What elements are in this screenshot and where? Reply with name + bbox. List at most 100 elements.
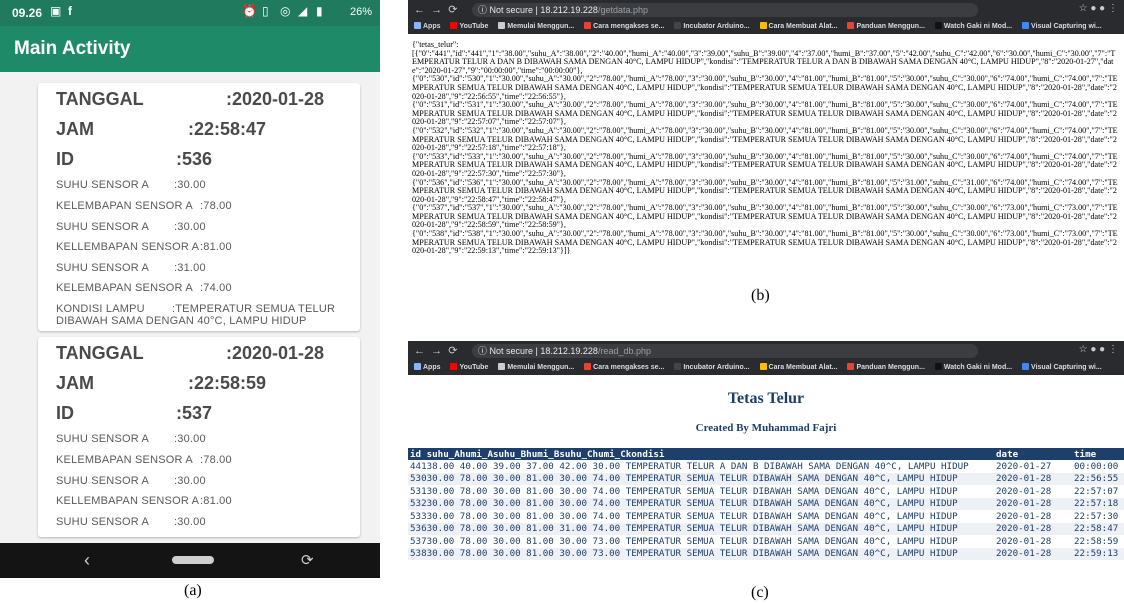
bookmark-item[interactable]: Visual Capturing wi... <box>1022 363 1102 371</box>
sensor-value: :81.00 <box>200 495 232 507</box>
tanggal-label: TANGGAL <box>56 89 144 109</box>
browser-menu-icons[interactable]: ☆ ● ● ⋮ <box>1079 344 1118 355</box>
battery-percent: 26% <box>349 6 372 18</box>
sensor-value: :30.00 <box>174 221 206 233</box>
status-time: 09.26 <box>12 6 43 20</box>
address-bar[interactable]: ⓘ Not secure | 18.212.19.228/getdata.php <box>472 3 978 17</box>
status-bar: 09.26 ▣ f ⏰ ▯ ◎ ◢ ▮ 26% <box>0 0 380 26</box>
bookmark-item[interactable]: Cara Membuat Alat... <box>759 363 838 371</box>
column-header: time <box>1072 448 1124 460</box>
bookmark-item[interactable]: Watch Gaki ni Mod... <box>934 22 1012 30</box>
table-cell: 53830.00 78.00 30.00 81.00 30.00 73.00 T… <box>408 547 994 560</box>
sensor-value: :78.00 <box>200 454 232 466</box>
id-value: :537 <box>176 403 213 423</box>
battery-icon: ▮ <box>316 4 323 18</box>
table-row: 53330.00 78.00 30.00 81.00 30.00 74.00 T… <box>408 510 1124 523</box>
sensor-value: :30.00 <box>174 433 206 445</box>
sensor-label: SUHU SENSOR A <box>56 516 150 528</box>
caption-b: (b) <box>751 287 770 304</box>
android-phone-screen: 09.26 ▣ f ⏰ ▯ ◎ ◢ ▮ 26% Main Activity TA… <box>0 0 380 578</box>
bookmark-item[interactable]: Visual Capturing wi... <box>1022 22 1102 30</box>
bookmark-item[interactable]: Panduan Menggun... <box>847 363 925 371</box>
bookmark-item[interactable]: Cara Membuat Alat... <box>759 22 838 30</box>
kondisi-label: KONDISI LAMPU <box>56 303 145 315</box>
table-cell: 2020-01-28 <box>994 547 1072 560</box>
address-bar[interactable]: ⓘ Not secure | 18.212.19.228/read_db.php <box>472 344 978 358</box>
bookmarks-bar: Apps YouTube Memulai Menggun... Cara men… <box>408 361 1124 375</box>
sensor-value: :31.00 <box>174 262 206 274</box>
app-bar: Main Activity <box>0 26 380 72</box>
database-table-page: Tetas Telur Created By Muhammad Fajri id… <box>408 380 1124 578</box>
android-nav-bar: ‹ ⟳ <box>0 543 380 578</box>
sensor-label: KELEMBAPAN SENSOR A <box>56 454 193 466</box>
bookmark-item[interactable]: Memulai Menggun... <box>498 363 574 371</box>
tanggal-value: :2020-01-28 <box>226 343 325 363</box>
table-cell: 53130.00 78.00 30.00 81.00 30.00 74.00 T… <box>410 485 958 497</box>
id-value: :536 <box>176 149 213 169</box>
bookmark-item[interactable]: Incubator Arduino... <box>674 363 750 371</box>
table-cell: 00:00:00 <box>1074 460 1119 472</box>
id-label: ID <box>56 149 74 169</box>
kondisi-value: :TEMPERATUR SEMUA TELUR <box>172 303 336 315</box>
table-cell: 22:59:13 <box>1072 547 1124 560</box>
table-cell: 2020-01-28 <box>996 485 1052 497</box>
sensor-value: :30.00 <box>174 179 206 191</box>
table-row: 53130.00 78.00 30.00 81.00 30.00 74.00 T… <box>408 485 1124 498</box>
sensor-label: KELLEMBAPAN SENSOR A <box>56 495 200 507</box>
jam-label: JAM <box>56 373 95 393</box>
table-cell: 53730.00 78.00 30.00 81.00 30.00 73.00 T… <box>410 535 958 547</box>
hotspot-icon: ◎ <box>280 4 291 18</box>
table-cell: 22:58:59 <box>1074 535 1119 547</box>
facebook-icon: f <box>68 4 72 18</box>
table-cell: 2020-01-28 <box>996 510 1052 522</box>
table-cell: 2020-01-28 <box>994 497 1072 510</box>
rotate-icon[interactable]: ⟳ <box>301 551 314 569</box>
nav-buttons[interactable]: ← → ⟳ <box>414 3 457 16</box>
table-row: 53230.00 78.00 30.00 81.00 30.00 74.00 T… <box>408 497 1124 510</box>
kondisi-value-line2: DIBAWAH SAMA DENGAN 40°C, LAMPU HIDUP <box>56 315 307 327</box>
sensor-label: SUHU SENSOR A <box>56 475 150 487</box>
caption-a: (a) <box>184 582 202 599</box>
bookmark-item[interactable]: Memulai Menggun... <box>498 22 574 30</box>
bookmark-item[interactable]: Apps <box>414 22 441 30</box>
bookmarks-bar: Apps YouTube Memulai Menggun... Cara men… <box>408 20 1124 34</box>
table-cell: 53630.00 78.00 30.00 81.00 31.00 74.00 T… <box>408 522 994 535</box>
json-output-page: {"tetas_telur": [{"0":"441","id":"441","… <box>408 38 1124 280</box>
bookmark-item[interactable]: Cara mengakses se... <box>584 22 664 30</box>
table-row: 53830.00 78.00 30.00 81.00 30.00 73.00 T… <box>408 547 1124 560</box>
vibrate-icon: ▯ <box>262 4 269 18</box>
record-card[interactable]: TANGGAL :2020-01-28 JAM :22:58:47 ID :53… <box>38 83 360 331</box>
home-button[interactable] <box>172 556 214 564</box>
table-cell: 44138.00 40.00 39.00 37.00 42.00 30.00 T… <box>410 460 969 472</box>
column-header: id suhu_Ahumi_Asuhu_Bhumi_Bsuhu_Chumi_Ck… <box>408 448 994 460</box>
table-row: 53030.00 78.00 30.00 81.00 30.00 74.00 T… <box>408 472 1124 485</box>
jam-value: :22:58:47 <box>188 119 267 139</box>
table-cell: 22:57:18 <box>1072 497 1124 510</box>
url-prefix: Not secure | 18.212.19.228 <box>489 346 598 356</box>
sensor-value: :74.00 <box>200 282 232 294</box>
bookmark-item[interactable]: Incubator Arduino... <box>674 22 750 30</box>
bookmark-item[interactable]: YouTube <box>450 22 488 30</box>
id-label: ID <box>56 403 74 423</box>
sensor-value: :78.00 <box>200 200 232 212</box>
bookmark-item[interactable]: YouTube <box>450 363 488 371</box>
bookmark-item[interactable]: Watch Gaki ni Mod... <box>934 363 1012 371</box>
back-icon[interactable]: ‹ <box>84 550 90 571</box>
nav-buttons[interactable]: ← → ⟳ <box>414 344 457 357</box>
sensor-label: KELLEMBAPAN SENSOR A <box>56 241 200 253</box>
record-card[interactable]: TANGGAL :2020-01-28 JAM :22:58:59 ID :53… <box>38 337 360 537</box>
browser-menu-icons[interactable]: ☆ ● ● ⋮ <box>1079 3 1118 14</box>
bookmark-item[interactable]: Panduan Menggun... <box>847 22 925 30</box>
bookmark-item[interactable]: Cara mengakses se... <box>584 363 664 371</box>
sensor-label: SUHU SENSOR A <box>56 179 150 191</box>
notification-icon: ▣ <box>50 4 62 18</box>
jam-label: JAM <box>56 119 95 139</box>
url-path: /read_db.php <box>597 346 651 356</box>
page-subtitle: Created By Muhammad Fajri <box>695 422 837 434</box>
data-table: id suhu_Ahumi_Asuhu_Bhumi_Bsuhu_Chumi_Ck… <box>408 448 1124 560</box>
browser-toolbar: ← → ⟳ ⓘ Not secure | 18.212.19.228/read_… <box>408 341 1124 361</box>
table-cell: 53230.00 78.00 30.00 81.00 30.00 74.00 T… <box>408 497 994 510</box>
bookmark-item[interactable]: Apps <box>414 363 441 371</box>
table-cell: 2020-01-28 <box>994 472 1072 485</box>
sensor-label: SUHU SENSOR A <box>56 262 150 274</box>
